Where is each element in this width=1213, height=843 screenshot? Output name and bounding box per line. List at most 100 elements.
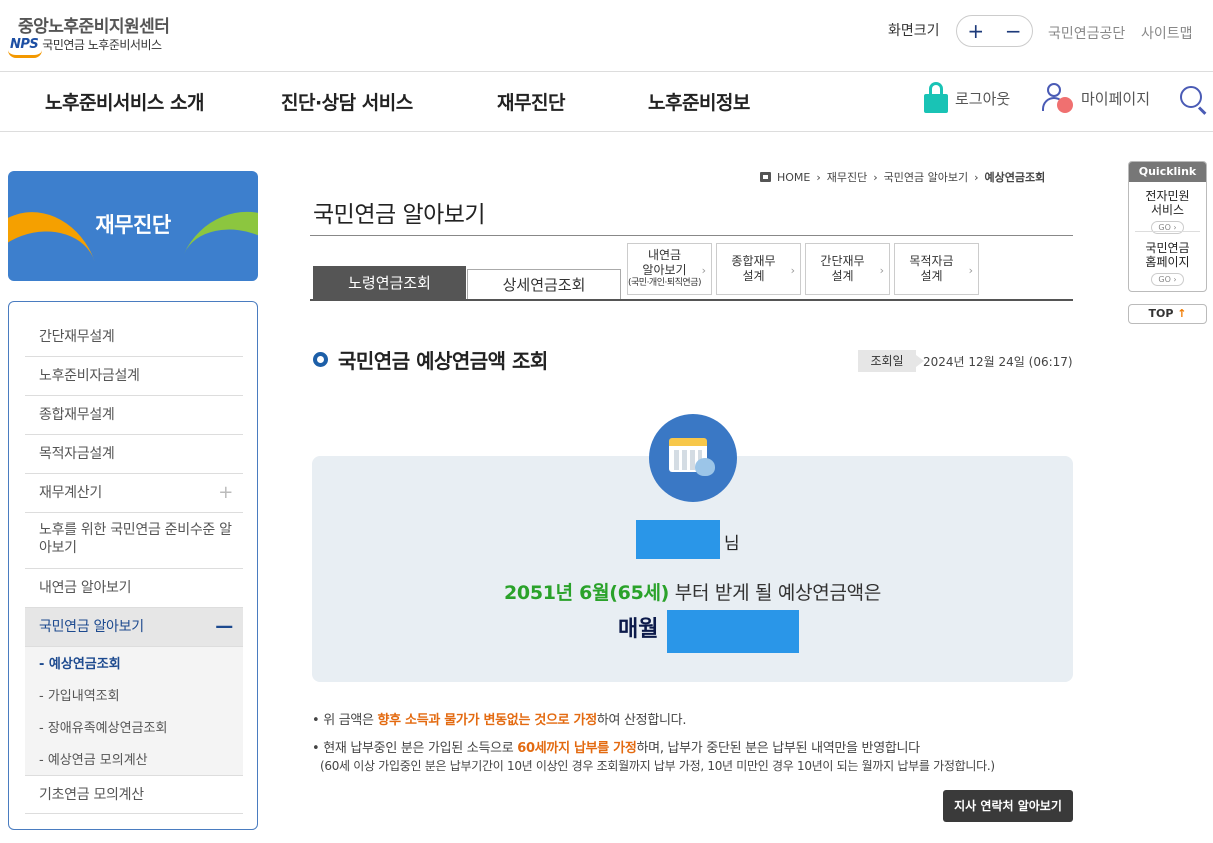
logo-swoosh-icon — [8, 50, 42, 58]
quicklink-panel: Quicklink 전자민원 서비스 GO › 국민연금 홈페이지 GO › — [1128, 161, 1207, 292]
note-1-highlight: 향후 소득과 물가가 변동없는 것으로 가정 — [377, 713, 598, 728]
subtab-simple-plan[interactable]: 간단재무 설계 › — [805, 243, 890, 295]
breadcrumb-finance[interactable]: 재무진단 — [827, 169, 867, 185]
redacted-monthly-amount — [667, 610, 799, 653]
quicklink-nps-home[interactable]: 국민연금 홈페이지 GO › — [1129, 241, 1206, 286]
query-date-value: 2024년 12월 24일 (06:17) — [923, 355, 1073, 369]
font-decrease-button[interactable]: − — [1005, 21, 1022, 41]
collapse-minus-icon[interactable]: — — [215, 608, 233, 646]
tab-detailed-pension[interactable]: 상세연금조회 — [467, 269, 621, 300]
subtab-my-pension-line2: 알아보기 — [642, 263, 687, 278]
submenu-item-enrollment-history[interactable]: - 가입내역조회 — [39, 685, 120, 704]
pension-start-date: 2051년 6월(65세) — [503, 582, 670, 604]
chevron-right-icon: › — [790, 264, 795, 277]
sidebar-submenu: - 예상연금조회 - 가입내역조회 - 장애유족예상연금조회 - 예상연금 모의… — [25, 647, 243, 775]
lock-icon — [923, 82, 949, 114]
chevron-right-icon: › — [974, 170, 979, 184]
note-1-post: 하여 산정합니다. — [596, 713, 687, 728]
subtab-my-pension-line3: (국민·개인·퇴직연금) — [628, 278, 702, 289]
breadcrumb-home[interactable]: HOME — [777, 171, 810, 184]
chevron-right-icon: › — [879, 264, 884, 277]
gnb-item-finance[interactable]: 재무진단 — [497, 88, 565, 115]
gnb-item-info[interactable]: 노후준비정보 — [648, 88, 750, 115]
breadcrumb-national-pension[interactable]: 국민연금 알아보기 — [884, 169, 968, 185]
pension-start-rest: 부터 받게 될 예상연금액은 — [669, 582, 882, 604]
quicklink-e-civil[interactable]: 전자민원 서비스 GO › — [1129, 189, 1206, 234]
subtab-comprehensive-line2: 설계 — [742, 269, 765, 283]
sidebar-item-my-pension[interactable]: 내연금 알아보기 — [25, 569, 243, 608]
submenu-item-expected-pension[interactable]: - 예상연금조회 — [39, 653, 121, 672]
sidebar-menu: 간단재무설계 노후준비자금설계 종합재무설계 목적자금설계 재무계산기 + 노후… — [8, 301, 258, 830]
note-2-highlight: 60세까지 납부를 가정 — [517, 741, 637, 756]
breadcrumb: HOME › 재무진단 › 국민연금 알아보기 › 예상연금조회 — [760, 169, 1045, 185]
subtab-comprehensive-line1: 종합재무 — [731, 254, 776, 268]
note-2: • 현재 납부중인 분은 가입된 소득으로 60세까지 납부를 가정하며, 납부… — [312, 737, 920, 756]
sidebar-item-retirement-fund[interactable]: 노후준비자금설계 — [25, 357, 243, 396]
chevron-right-icon: › — [873, 170, 878, 184]
mypage-button[interactable]: 마이페이지 — [1041, 82, 1150, 114]
section-title-text: 국민연금 예상연금액 조회 — [338, 349, 548, 373]
sidebar-item-comprehensive-plan[interactable]: 종합재무설계 — [25, 396, 243, 435]
query-date-label: 조회일 — [858, 350, 924, 372]
home-icon — [760, 172, 771, 182]
sidebar-item-national-pension[interactable]: 국민연금 알아보기 — — [25, 608, 243, 647]
submenu-item-simulation[interactable]: - 예상연금 모의계산 — [39, 749, 148, 768]
font-size-label: 화면크기 — [888, 23, 940, 39]
sidebar-item-pension-readiness[interactable]: 노후를 위한 국민연금 준비수준 알아보기 — [25, 513, 243, 569]
subtab-my-pension-line1: 내연금 — [647, 248, 682, 263]
nps-home-link[interactable]: 국민연금공단 — [1048, 23, 1125, 43]
chevron-right-icon: › — [701, 264, 706, 277]
main-navigation: 노후준비서비스 소개 진단·상담 서비스 재무진단 노후준비정보 로그아웃 마이… — [0, 72, 1213, 132]
sitemap-link[interactable]: 사이트맵 — [1141, 23, 1193, 43]
branch-contact-button[interactable]: 지사 연락처 알아보기 — [943, 790, 1073, 822]
sidebar-item-basic-pension[interactable]: 기초연금 모의계산 — [25, 775, 243, 814]
sidebar-item-national-pension-label: 국민연금 알아보기 — [39, 619, 144, 635]
breadcrumb-current: 예상연금조회 — [984, 171, 1046, 184]
top-label: TOP — [1148, 307, 1174, 320]
logo-subtitle: 국민연금 노후준비서비스 — [42, 38, 162, 52]
subtab-simple-line1: 간단재무 — [820, 254, 865, 268]
user-lock-icon — [1041, 82, 1075, 114]
quicklink-e-civil-line2: 서비스 — [1150, 203, 1185, 218]
title-divider — [310, 235, 1073, 236]
sidebar-item-calculator[interactable]: 재무계산기 + — [25, 474, 243, 513]
honorific-text: 님 — [724, 534, 740, 554]
pension-start-text: 2051년 6월(65세) 부터 받게 될 예상연금액은 — [312, 578, 1073, 605]
subtab-comprehensive-plan[interactable]: 종합재무 설계 › — [716, 243, 801, 295]
logout-button[interactable]: 로그아웃 — [923, 82, 1010, 114]
font-increase-button[interactable]: + — [967, 21, 984, 41]
subtab-purpose-fund[interactable]: 목적자금 설계 › — [894, 243, 979, 295]
quicklink-nps-line1: 국민연금 — [1145, 241, 1190, 255]
note-1-pre: • 위 금액은 — [312, 713, 378, 728]
note-2-pre: • 현재 납부중인 분은 가입된 소득으로 — [312, 741, 518, 756]
gnb-item-intro[interactable]: 노후준비서비스 소개 — [45, 88, 204, 115]
chevron-right-icon: › — [968, 264, 973, 277]
bullet-circle-icon — [313, 352, 328, 367]
expand-plus-icon[interactable]: + — [218, 474, 233, 512]
subtab-purpose-line2: 설계 — [920, 269, 943, 283]
redacted-user-name — [636, 520, 720, 559]
money-pouch-icon — [695, 458, 715, 476]
submenu-item-disability-survivor[interactable]: - 장애유족예상연금조회 — [39, 717, 167, 736]
section-title: 국민연금 예상연금액 조회 — [313, 345, 548, 374]
note-2-post: 하며, 납부가 중단된 분은 납부된 내역만을 반영합니다 — [636, 741, 921, 756]
quicklink-title: Quicklink — [1129, 162, 1206, 182]
logout-label: 로그아웃 — [955, 89, 1011, 108]
page-title: 국민연금 알아보기 — [313, 202, 486, 228]
search-icon[interactable] — [1180, 86, 1208, 115]
note-3: (60세 이상 가입중인 분은 납부기간이 10년 이상인 경우 조회월까지 납… — [320, 759, 995, 773]
go-button[interactable]: GO › — [1151, 272, 1184, 286]
site-logo-title[interactable]: 중앙노후준비지원센터 — [18, 12, 170, 37]
sidebar-banner-title: 재무진단 — [95, 213, 171, 237]
gnb-item-consulting[interactable]: 진단·상담 서비스 — [281, 88, 413, 115]
sidebar-banner: 재무진단 — [8, 171, 258, 281]
sidebar-item-simple-plan[interactable]: 간단재무설계 — [25, 318, 243, 357]
subtab-purpose-line1: 목적자금 — [909, 254, 954, 268]
tab-old-age-pension[interactable]: 노령연금조회 — [313, 266, 466, 300]
subtab-simple-line2: 설계 — [831, 269, 854, 283]
sidebar-item-purpose-fund[interactable]: 목적자금설계 — [25, 435, 243, 474]
quicklink-divider — [1135, 231, 1200, 232]
subtab-my-pension[interactable]: 내연금 알아보기 (국민·개인·퇴직연금) › — [627, 243, 712, 295]
quicklink-nps-line2: 홈페이지 — [1145, 255, 1190, 270]
scroll-top-button[interactable]: TOP ↑ — [1128, 304, 1207, 324]
